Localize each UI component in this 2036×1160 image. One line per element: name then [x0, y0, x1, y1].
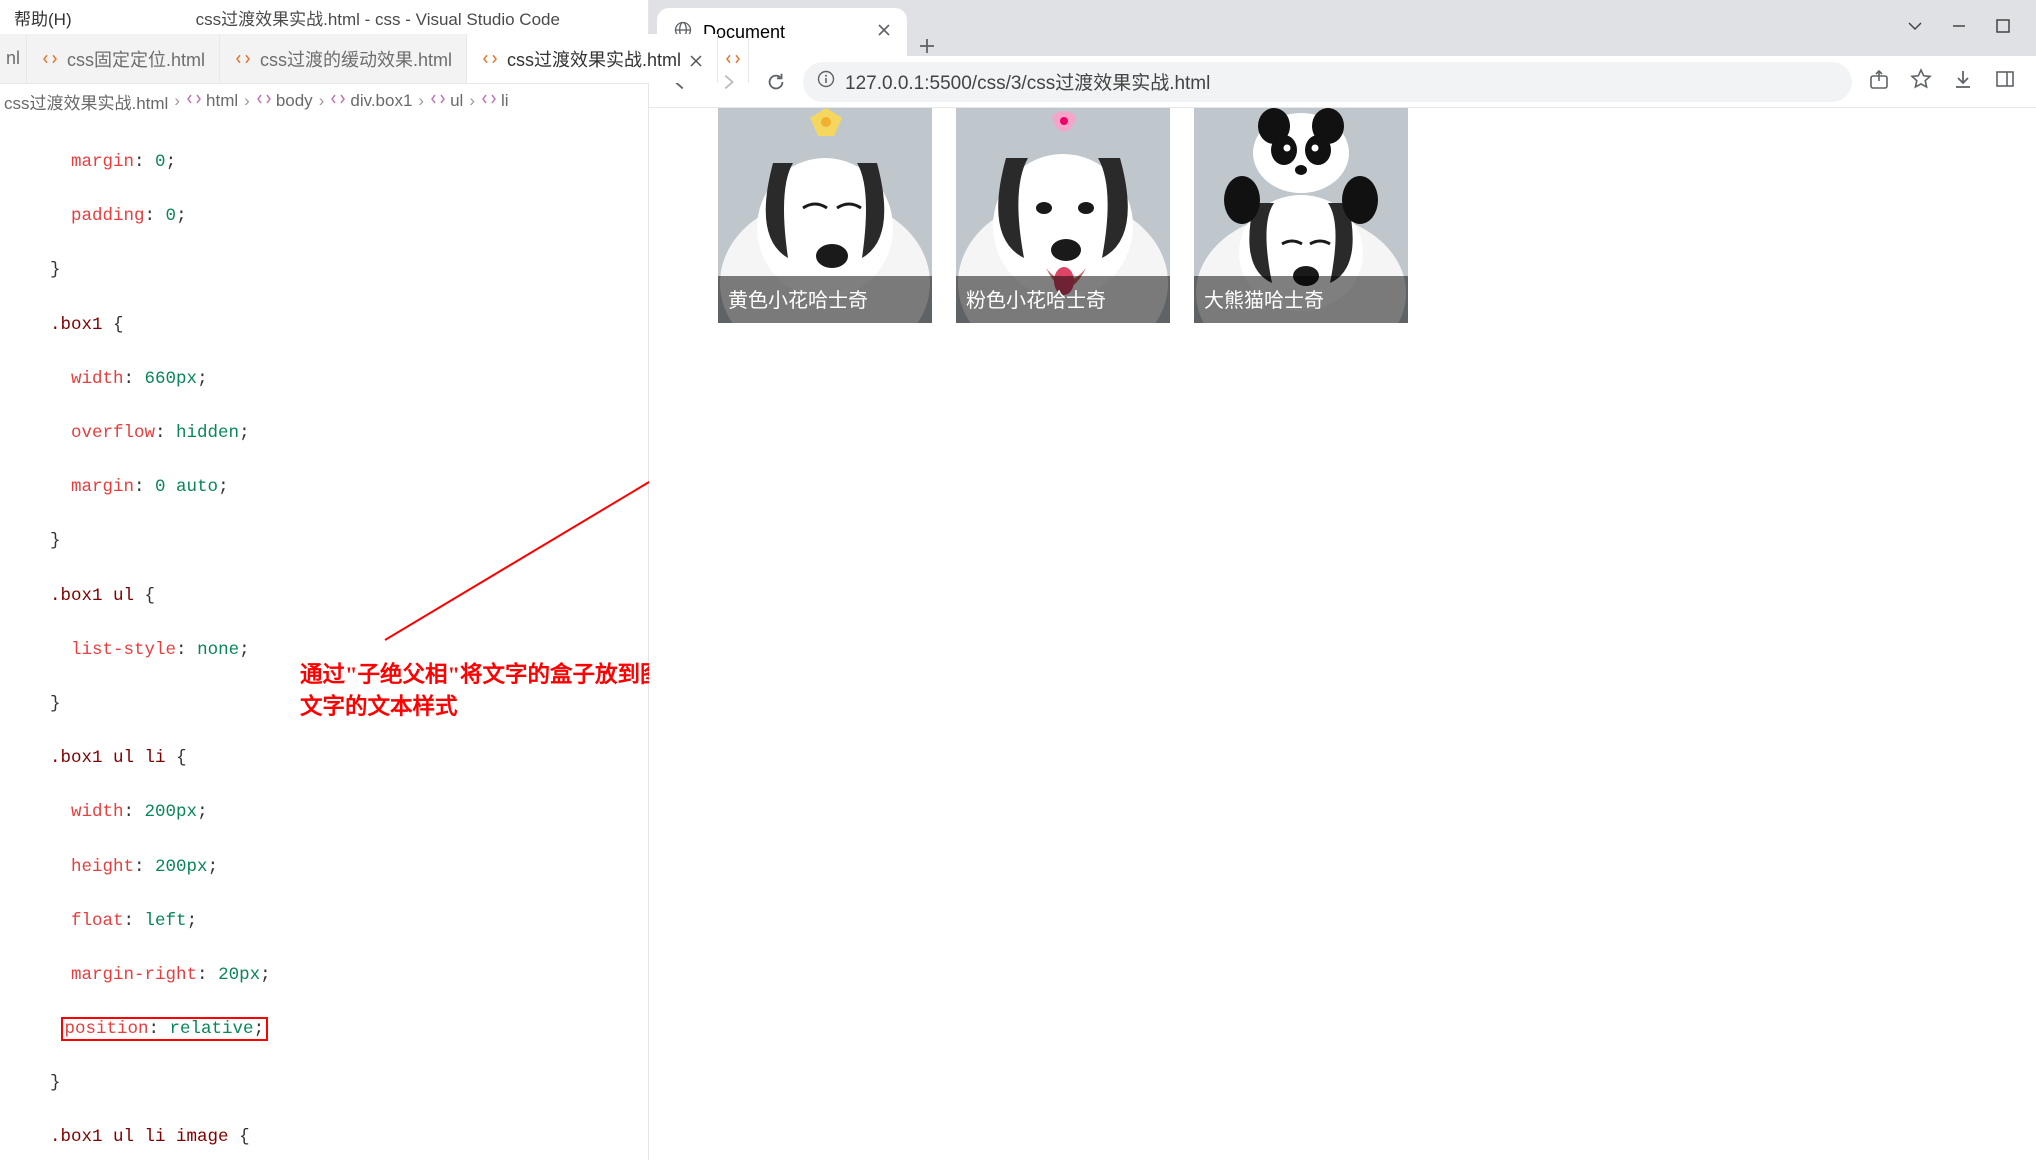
page-content: 黄色小花哈士奇 粉色小花哈士奇 — [649, 108, 2036, 1160]
menu-help[interactable]: 帮助(H) — [0, 5, 86, 30]
vscode-titlebar: 帮助(H) css过渡效果实战.html - css - Visual Stud… — [0, 0, 648, 34]
info-icon[interactable] — [817, 70, 835, 94]
tab-1[interactable]: css固定定位.html — [27, 34, 220, 83]
maximize-icon[interactable] — [1994, 17, 2012, 40]
tag-icon — [186, 91, 202, 112]
crumb-li[interactable]: li — [481, 91, 509, 112]
tag-icon — [330, 91, 346, 112]
tab-label: css固定定位.html — [67, 46, 205, 72]
html-file-icon — [41, 50, 59, 68]
gallery-card: 大熊猫哈士奇 — [1194, 108, 1408, 323]
download-icon[interactable] — [1952, 68, 1974, 95]
crumb-div[interactable]: div.box1 — [330, 91, 412, 112]
tab-label: css过渡的缓动效果.html — [260, 46, 452, 72]
close-icon[interactable] — [877, 23, 891, 42]
crumb-html[interactable]: html — [186, 91, 238, 112]
code-editor[interactable]: margin: 0; padding: 0; } .box1 { width: … — [0, 118, 648, 1160]
breadcrumbs[interactable]: css过渡效果实战.html › html › body › div.box1 … — [0, 84, 648, 118]
address-bar: 127.0.0.1:5500/css/3/css过渡效果实战.html — [649, 56, 2036, 108]
card-caption: 粉色小花哈士奇 — [956, 276, 1170, 323]
tab-label: css过渡效果实战.html — [507, 46, 681, 72]
tab-label: nl — [6, 48, 20, 69]
reload-button[interactable] — [755, 61, 797, 103]
tab-3-active[interactable]: css过渡效果实战.html — [467, 34, 718, 83]
window-controls — [1906, 0, 2036, 56]
tag-icon — [481, 91, 497, 112]
html-file-icon — [234, 50, 252, 68]
html-file-icon — [724, 50, 742, 68]
url-text: 127.0.0.1:5500/css/3/css过渡效果实战.html — [845, 68, 1210, 95]
card-caption: 黄色小花哈士奇 — [718, 276, 932, 323]
tag-icon — [256, 91, 272, 112]
card-caption: 大熊猫哈士奇 — [1194, 276, 1408, 323]
vscode-window: 帮助(H) css过渡效果实战.html - css - Visual Stud… — [0, 0, 649, 1160]
minimize-icon[interactable] — [1950, 17, 1968, 40]
tab-4[interactable] — [718, 34, 749, 83]
crumb-body[interactable]: body — [256, 91, 313, 112]
tab-0[interactable]: nl — [0, 34, 27, 83]
url-input[interactable]: 127.0.0.1:5500/css/3/css过渡效果实战.html — [803, 62, 1852, 102]
sidepanel-icon[interactable] — [1994, 68, 2016, 95]
gallery-card: 粉色小花哈士奇 — [956, 108, 1170, 323]
editor-tabstrip: nl css固定定位.html css过渡的缓动效果.html css过渡效果实… — [0, 34, 648, 84]
star-icon[interactable] — [1910, 68, 1932, 95]
crumb-file[interactable]: css过渡效果实战.html — [4, 89, 168, 114]
html-file-icon — [481, 50, 499, 68]
share-icon[interactable] — [1868, 68, 1890, 95]
browser-tabstrip: Document — [649, 0, 2036, 56]
new-tab-button[interactable] — [907, 36, 947, 56]
close-icon[interactable] — [689, 52, 703, 66]
window-title: css过渡效果实战.html - css - Visual Studio Cod… — [86, 5, 648, 30]
gallery-card: 黄色小花哈士奇 — [718, 108, 932, 323]
gallery: 黄色小花哈士奇 粉色小花哈士奇 — [718, 108, 1408, 323]
browser-window: Document 127.0.0.1:5500/css/3/css过渡效果实战.… — [649, 0, 2036, 1160]
chevron-down-icon[interactable] — [1906, 17, 1924, 40]
tag-icon — [430, 91, 446, 112]
crumb-ul[interactable]: ul — [430, 91, 463, 112]
tab-2[interactable]: css过渡的缓动效果.html — [220, 34, 467, 83]
